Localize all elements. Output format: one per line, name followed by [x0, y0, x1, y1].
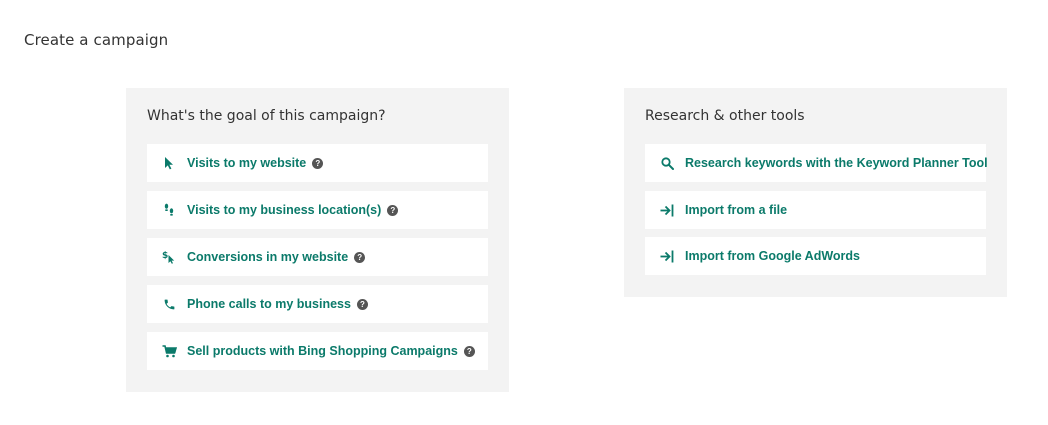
tool-import-adwords[interactable]: Import from Google AdWords: [645, 237, 986, 275]
tool-keyword-planner[interactable]: Research keywords with the Keyword Plann…: [645, 144, 988, 182]
tools-panel: Research & other tools Research keywords…: [624, 88, 1007, 297]
goal-conversions[interactable]: $ Conversions in my website ?: [147, 238, 488, 276]
phone-icon: [161, 296, 177, 312]
goal-sell-products[interactable]: Sell products with Bing Shopping Campaig…: [147, 332, 488, 370]
goal-label: Sell products with Bing Shopping Campaig…: [187, 344, 458, 358]
goal-label: Conversions in my website: [187, 250, 349, 264]
tool-import-file[interactable]: Import from a file: [645, 191, 986, 229]
goal-label: Visits to my website: [187, 156, 307, 170]
goal-label: Visits to my business location(s): [187, 203, 382, 217]
dollar-cursor-icon: $: [161, 249, 177, 265]
goal-phone-calls[interactable]: Phone calls to my business ?: [147, 285, 488, 323]
tools-heading: Research & other tools: [645, 108, 805, 124]
svg-text:$: $: [162, 251, 168, 261]
import-icon: [659, 202, 675, 218]
help-icon[interactable]: ?: [463, 345, 475, 357]
goals-panel: What's the goal of this campaign? Visits…: [126, 88, 509, 392]
tool-label: Research keywords with the Keyword Plann…: [685, 156, 988, 170]
help-icon[interactable]: ?: [387, 204, 399, 216]
goal-visits-website[interactable]: Visits to my website ?: [147, 144, 488, 182]
goals-heading: What's the goal of this campaign?: [147, 108, 386, 124]
tool-label: Import from a file: [685, 203, 788, 217]
cursor-arrow-icon: [161, 155, 177, 171]
shopping-cart-icon: [161, 343, 177, 359]
goal-visits-location[interactable]: Visits to my business location(s) ?: [147, 191, 488, 229]
search-icon: [659, 155, 675, 171]
import-icon: [659, 248, 675, 264]
footsteps-icon: [161, 202, 177, 218]
tool-label: Import from Google AdWords: [685, 249, 860, 263]
page-title: Create a campaign: [24, 31, 169, 49]
help-icon[interactable]: ?: [312, 157, 324, 169]
help-icon[interactable]: ?: [354, 251, 366, 263]
help-icon[interactable]: ?: [356, 298, 368, 310]
goal-label: Phone calls to my business: [187, 297, 351, 311]
